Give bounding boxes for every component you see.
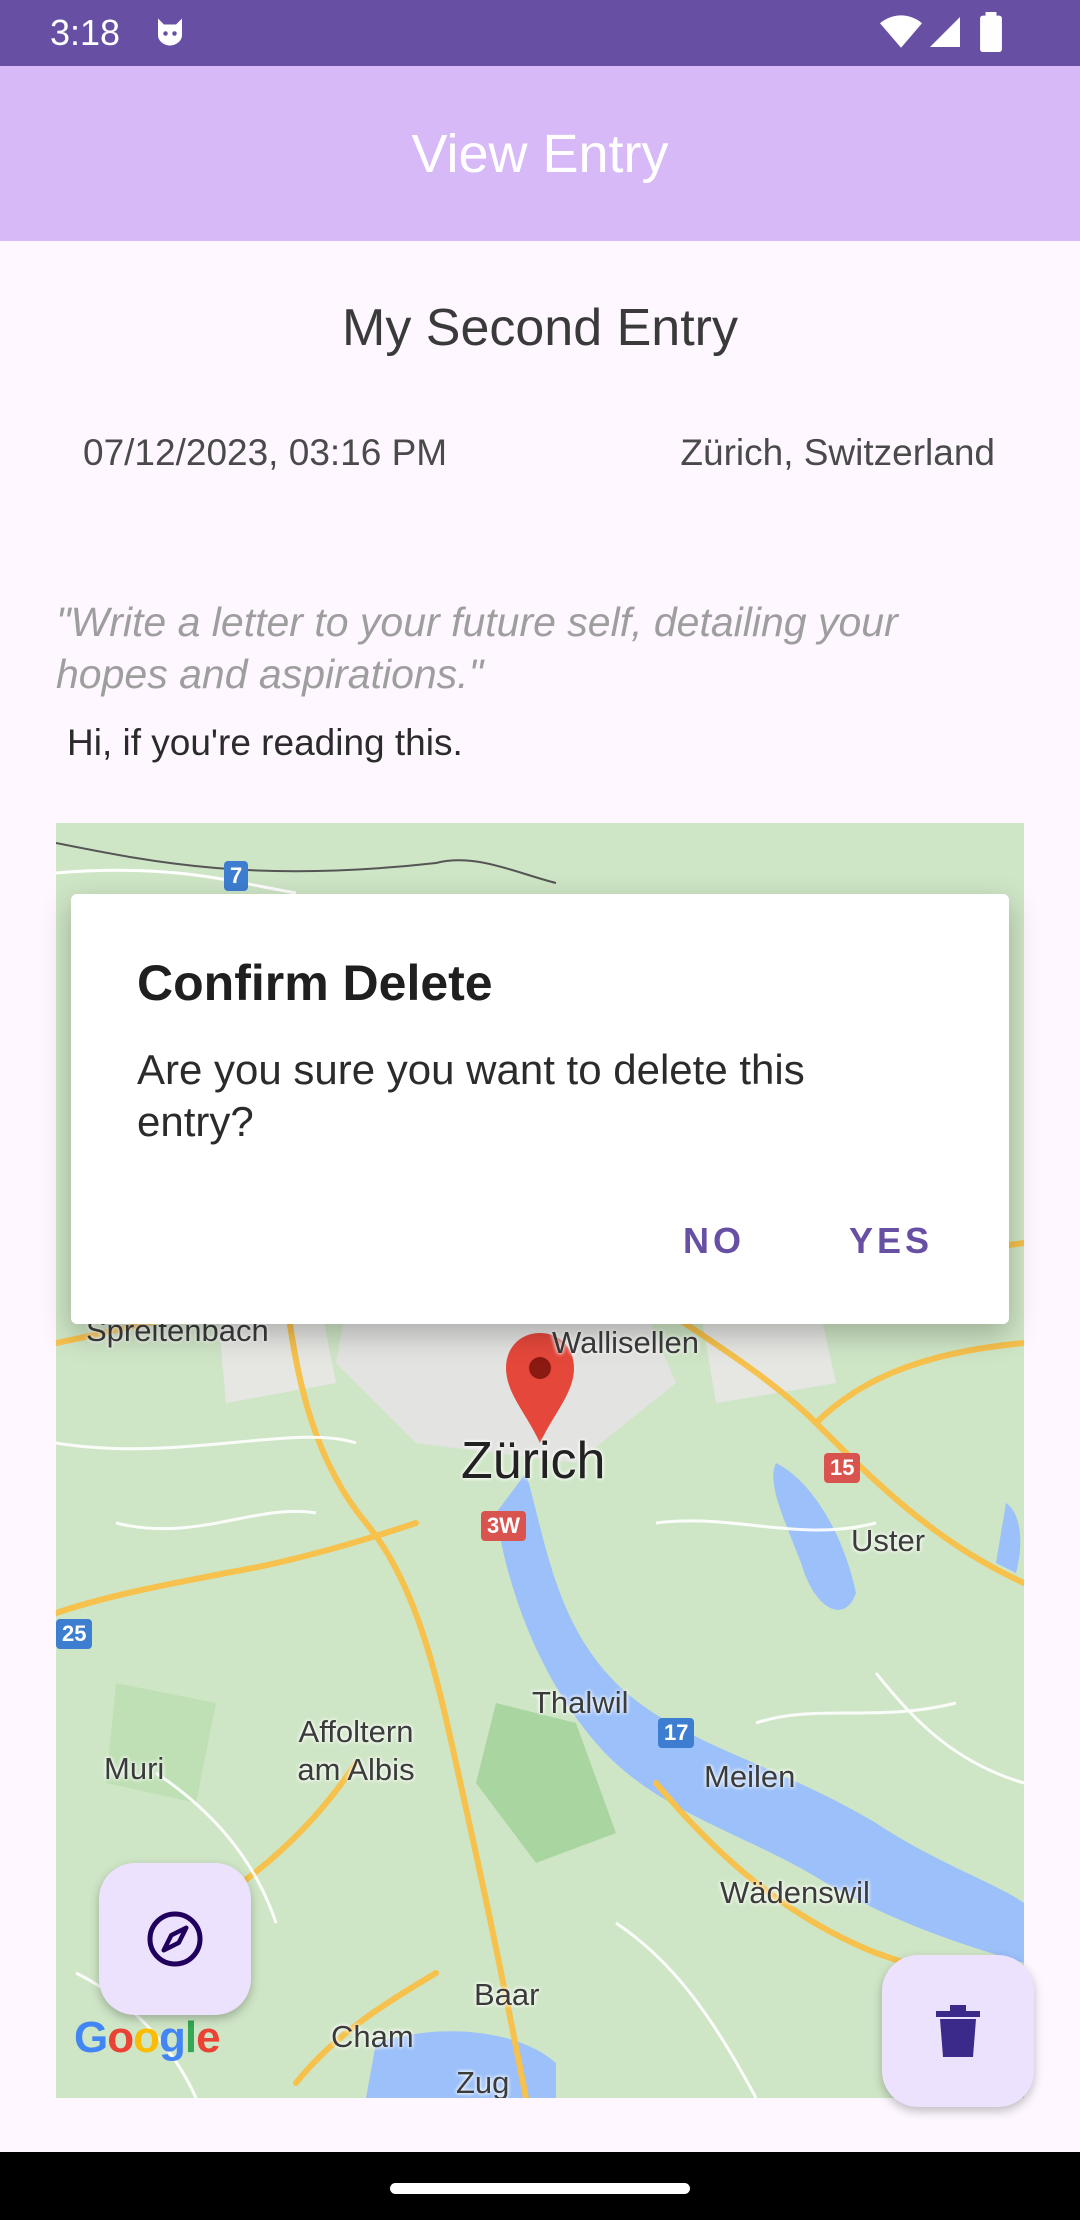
delete-button[interactable] xyxy=(882,1955,1034,2107)
google-logo-letter: o xyxy=(133,2013,160,2062)
google-logo: Google xyxy=(74,2013,221,2063)
wifi-icon xyxy=(880,15,922,48)
google-logo-letter: l xyxy=(184,2013,197,2062)
entry-date: 07/12/2023, 03:16 PM xyxy=(83,432,448,473)
entry-location: Zürich, Switzerland xyxy=(680,432,995,473)
map-label-wadenswil: Wädenswil xyxy=(720,1875,870,1910)
google-logo-letter: g xyxy=(159,2013,186,2062)
map-label-zug: Zug xyxy=(456,2065,510,2098)
road-shield-15: 15 xyxy=(824,1453,861,1483)
road-shield-25: 25 xyxy=(56,1619,93,1649)
google-logo-letter: o xyxy=(107,2013,134,2062)
google-logo-letter: G xyxy=(74,2013,108,2062)
map-label-uster: Uster xyxy=(851,1523,926,1558)
road-shield-3w: 3W xyxy=(481,1511,526,1541)
map-label-meilen: Meilen xyxy=(704,1759,796,1794)
compass-icon xyxy=(147,1911,203,1967)
map-label-cham: Cham xyxy=(331,2019,414,2054)
entry-body: Hi, if you're reading this. xyxy=(67,722,463,763)
no-button[interactable]: NO xyxy=(683,1220,745,1262)
map-label-wallisellen: Wallisellen xyxy=(552,1325,700,1360)
road-shield-17: 17 xyxy=(658,1718,695,1748)
dialog-title: Confirm Delete xyxy=(137,955,493,1011)
cat-icon xyxy=(158,18,182,46)
road-shield-7: 7 xyxy=(224,861,249,891)
map-label-zurich: Zürich xyxy=(461,1432,606,1490)
app-title: View Entry xyxy=(411,123,669,184)
confirm-delete-dialog: Confirm Delete Are you sure you want to … xyxy=(71,894,1009,1324)
yes-button[interactable]: YES xyxy=(849,1220,933,1262)
status-time: 3:18 xyxy=(50,12,121,53)
status-bar: 3:18 xyxy=(0,0,1080,66)
battery-icon xyxy=(980,12,1002,52)
signal-icon xyxy=(930,17,960,47)
map-label-thalwil: Thalwil xyxy=(532,1685,629,1720)
map-label-baar: Baar xyxy=(474,1977,540,2012)
entry-prompt: "Write a letter to your future self, det… xyxy=(56,599,898,697)
entry-title: My Second Entry xyxy=(342,299,738,357)
home-gesture-handle[interactable] xyxy=(390,2183,690,2194)
map-label-affoltern: Affoltern am Albis xyxy=(297,1714,415,1787)
compass-button[interactable] xyxy=(99,1863,251,2015)
app-bar: View Entry xyxy=(0,66,1080,241)
google-logo-letter: e xyxy=(196,2013,221,2062)
trash-icon xyxy=(936,2005,980,2057)
map-label-muri: Muri xyxy=(104,1751,165,1786)
dialog-message: Are you sure you want to delete this ent… xyxy=(137,1046,805,1145)
